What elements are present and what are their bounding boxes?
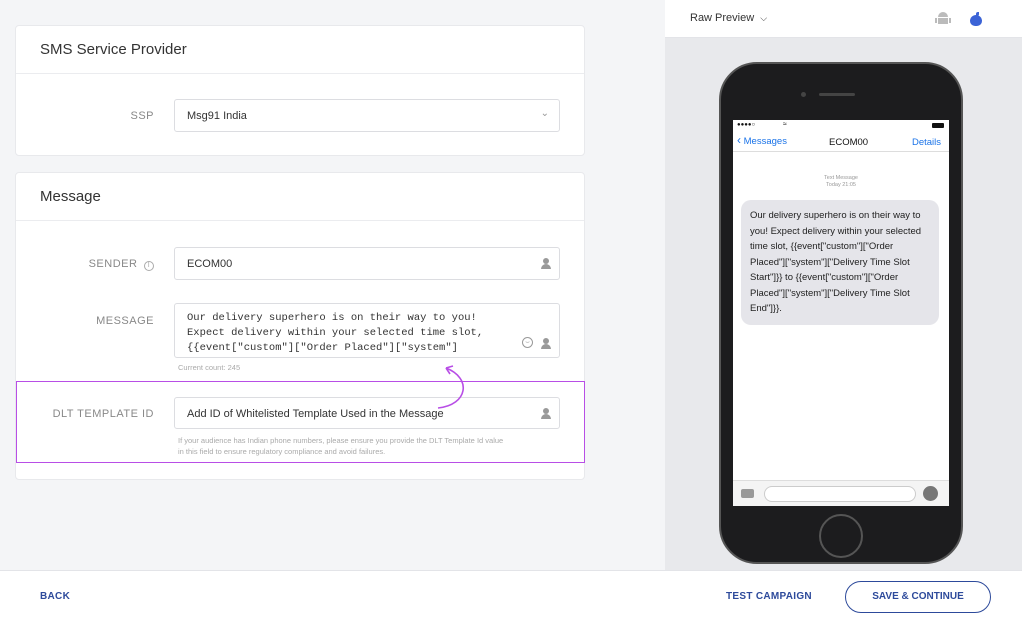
phone-speaker	[819, 93, 855, 96]
time-label: Today 21:05	[826, 182, 856, 188]
chevron-left-icon: ‹	[737, 133, 741, 147]
apple-icon[interactable]	[970, 12, 982, 26]
message-line-2: Expect delivery within your selected tim…	[187, 327, 484, 339]
test-campaign-button[interactable]: TEST CAMPAIGN	[726, 591, 812, 602]
chevron-down-icon: ⌄	[540, 108, 549, 119]
audio-icon[interactable]	[923, 486, 938, 501]
sender-label-text: SENDER	[88, 258, 138, 270]
preview-toolbar: Raw Preview ⌵	[665, 0, 1022, 38]
chevron-down-icon: ⌵	[760, 13, 768, 23]
personalize-icon[interactable]	[541, 258, 551, 269]
sender-input-value: ECOM00	[187, 258, 233, 270]
config-panel: SMS Service Provider SSP Msg91 India ⌄ M…	[0, 0, 664, 570]
personalize-icon[interactable]	[541, 338, 551, 349]
ssp-label: SSP	[130, 110, 154, 122]
annotation-arrow	[437, 365, 464, 409]
back-button[interactable]: BACK	[40, 591, 70, 602]
sender-input[interactable]: ECOM00	[174, 247, 560, 280]
current-count: Current count: 245	[178, 363, 241, 372]
iphone-mockup: ●●●●○ ≈ ‹ Messages ECOM00 Details Text M…	[719, 62, 963, 564]
dlt-highlight-box	[16, 381, 585, 463]
text-message-label: Text Message	[824, 175, 858, 181]
preview-panel: Raw Preview ⌵ ●●●●○ ≈ ‹ Messages ECOM00 …	[665, 0, 1022, 570]
ssp-card-title: SMS Service Provider	[16, 26, 584, 74]
android-icon[interactable]	[935, 12, 951, 26]
compose-input[interactable]	[764, 486, 916, 502]
wifi-icon: ≈	[783, 121, 787, 128]
contact-name: ECOM00	[829, 137, 869, 148]
sender-label: SENDER i	[89, 258, 154, 271]
footer-bar: BACK TEST CAMPAIGN SAVE & CONTINUE	[0, 570, 1022, 618]
home-button[interactable]	[819, 514, 863, 558]
message-line-3: {{event["custom"]["Order Placed"]["syste…	[187, 342, 458, 354]
back-messages-link[interactable]: ‹ Messages	[737, 133, 787, 147]
messages-nav: ‹ Messages ECOM00 Details	[733, 132, 949, 152]
compose-bar	[733, 480, 949, 506]
camera-icon[interactable]	[741, 489, 754, 498]
preview-mode-dropdown[interactable]: Raw Preview ⌵	[690, 12, 767, 24]
phone-camera	[801, 92, 806, 97]
signal-indicator: ●●●●○	[737, 122, 756, 128]
emoji-icon[interactable]: ⌣	[522, 337, 533, 348]
message-label: MESSAGE	[96, 315, 154, 327]
battery-icon	[932, 123, 944, 128]
back-messages-label: Messages	[743, 136, 787, 147]
message-bubble: Our delivery superhero is on their way t…	[741, 200, 939, 325]
message-card-title: Message	[16, 173, 584, 221]
phone-screen: ●●●●○ ≈ ‹ Messages ECOM00 Details Text M…	[733, 120, 949, 506]
save-continue-button[interactable]: SAVE & CONTINUE	[845, 581, 991, 613]
preview-mode-label: Raw Preview	[690, 12, 755, 24]
ssp-select[interactable]: Msg91 India ⌄	[174, 99, 560, 132]
status-bar: ●●●●○ ≈	[733, 120, 949, 132]
details-link[interactable]: Details	[912, 137, 941, 148]
ssp-card: SMS Service Provider SSP Msg91 India ⌄	[15, 25, 585, 156]
message-textarea[interactable]: Our delivery superhero is on their way t…	[174, 303, 560, 358]
message-line-1: Our delivery superhero is on their way t…	[187, 312, 477, 324]
message-text: Our delivery superhero is on their way t…	[187, 311, 483, 356]
ssp-select-value: Msg91 India	[187, 110, 247, 122]
info-icon[interactable]: i	[144, 261, 154, 271]
